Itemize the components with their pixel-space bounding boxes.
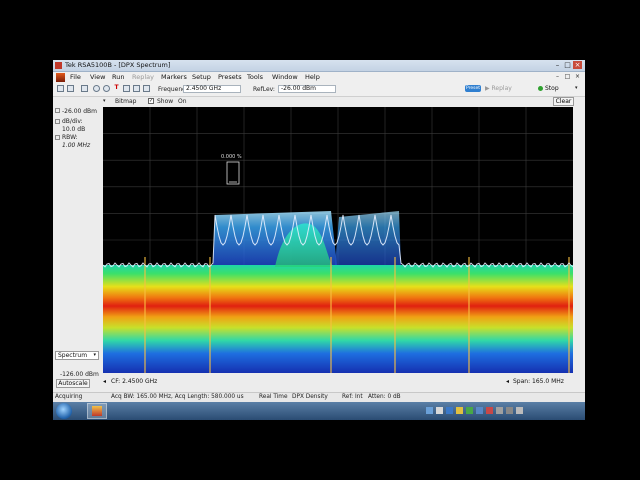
real-time-status: Real Time <box>259 394 288 400</box>
plot-footer: ◂ CF: 2.4500 GHz ◂ Span: 165.0 MHz <box>103 378 573 388</box>
spur-line <box>568 257 570 373</box>
menu-run[interactable]: Run <box>112 73 124 81</box>
cf-readout[interactable]: CF: 2.4500 GHz <box>111 378 157 385</box>
measure-icon[interactable] <box>103 85 110 92</box>
reflev-label: RefLev: <box>253 86 275 93</box>
trace-select[interactable]: Spectrum ▾ <box>55 351 99 360</box>
menu-tools[interactable]: Tools <box>247 73 263 81</box>
display-icon[interactable] <box>143 85 150 92</box>
tray-security-icon[interactable] <box>466 407 473 414</box>
mdi-close-button[interactable]: × <box>573 73 582 81</box>
frequency-field[interactable]: 2.4500 GHz <box>183 85 241 93</box>
marker-readout: 0.000 % <box>221 154 242 160</box>
clear-button[interactable]: Clear <box>553 97 574 106</box>
window-title: Tek RSA5100B - [DPX Spectrum] <box>65 61 171 69</box>
acquiring-status: Acquiring <box>55 394 83 400</box>
tray-display-icon[interactable] <box>496 407 503 414</box>
windows-taskbar <box>53 402 585 420</box>
dpx-density-status: DPX Density <box>292 394 328 400</box>
menu-replay[interactable]: Replay <box>132 73 154 81</box>
db-div-knob-icon[interactable] <box>55 119 60 124</box>
save-icon[interactable] <box>67 85 74 92</box>
spur-line <box>144 257 146 373</box>
close-button[interactable]: × <box>573 61 582 69</box>
mdi-restore-button[interactable]: □ <box>563 73 572 81</box>
tray-monitor-icon[interactable] <box>446 407 453 414</box>
chevron-down-icon: ▾ <box>93 352 96 358</box>
tray-power-icon[interactable] <box>506 407 513 414</box>
toolbar: T Frequency: 2.4500 GHz RefLev: -26.00 d… <box>53 83 585 97</box>
marker-box <box>226 161 240 185</box>
mdi-minimize-button[interactable]: – <box>553 73 562 81</box>
markers-icon[interactable] <box>123 85 130 92</box>
menu-help[interactable]: Help <box>305 73 320 81</box>
rbw-knob-icon[interactable] <box>55 135 60 140</box>
rbw-value[interactable]: 1.00 MHz <box>62 142 90 149</box>
scale-panel: -26.00 dBm dB/div: 10.0 dB RBW: 1.00 MHz… <box>53 107 103 397</box>
acq-bw-status: Acq BW: 165.00 MHz, Acq Length: 580.000 … <box>111 394 244 400</box>
print-icon[interactable] <box>81 85 88 92</box>
settings-icon[interactable] <box>93 85 100 92</box>
db-div-label: dB/div: <box>62 118 83 125</box>
menu-setup[interactable]: Setup <box>192 73 211 81</box>
span-readout[interactable]: Span: 165.0 MHz <box>513 378 564 385</box>
ref-level-readout[interactable]: -26.00 dBm <box>62 108 97 115</box>
display-toolbar: ▾ Bitmap ✓ Show On Clear <box>53 97 585 107</box>
trace-select-value: Spectrum <box>58 352 88 359</box>
cf-icon[interactable]: ◂ <box>103 378 106 385</box>
maximize-button[interactable]: □ <box>563 61 572 69</box>
tray-flag-icon[interactable] <box>486 407 493 414</box>
spur-line <box>209 257 211 373</box>
menu-bar: File View Run Replay Markers Setup Prese… <box>53 72 585 83</box>
trigger-icon[interactable]: T <box>113 85 120 92</box>
rsa-app-taskbar-icon[interactable] <box>87 403 107 419</box>
signal-burst-right <box>335 211 401 265</box>
app-window: Tek RSA5100B - [DPX Spectrum] – □ × File… <box>53 60 585 403</box>
menu-markers[interactable]: Markers <box>161 73 187 81</box>
ref-status: Ref: Int <box>342 394 363 400</box>
spur-line <box>394 257 396 373</box>
stop-button[interactable]: Stop <box>538 85 559 92</box>
menu-file[interactable]: File <box>70 73 81 81</box>
rbw-label: RBW: <box>62 134 78 141</box>
reflev-field[interactable]: -26.00 dBm <box>278 85 336 93</box>
bitmap-label: Bitmap <box>115 98 137 105</box>
toolbar-dropdown-icon[interactable]: ▾ <box>575 85 578 91</box>
db-div-value[interactable]: 10.0 dB <box>62 126 85 133</box>
show-checkbox[interactable]: ✓ <box>148 98 154 104</box>
app-menu-icon[interactable] <box>56 73 65 82</box>
span-icon[interactable]: ◂ <box>506 378 509 385</box>
tray-usb-icon[interactable] <box>476 407 483 414</box>
replay-label: Replay <box>491 85 512 92</box>
collapse-icon[interactable]: ▾ <box>103 98 106 104</box>
tray-volume-icon[interactable] <box>516 407 523 414</box>
open-icon[interactable] <box>57 85 64 92</box>
ref-level-knob-icon[interactable] <box>55 108 60 113</box>
title-bar: Tek RSA5100B - [DPX Spectrum] – □ × <box>53 60 585 72</box>
dpx-spectrum-plot[interactable]: 0.000 % <box>103 107 573 373</box>
menu-view[interactable]: View <box>90 73 105 81</box>
show-label: Show <box>157 98 174 105</box>
tray-app-icon[interactable] <box>436 407 443 414</box>
tray-folder-icon[interactable] <box>456 407 463 414</box>
spur-line <box>330 257 332 373</box>
stop-label: Stop <box>545 85 559 92</box>
windows-start-icon[interactable] <box>56 403 72 419</box>
dpx-bitmap <box>103 107 573 373</box>
menu-presets[interactable]: Presets <box>218 73 242 81</box>
on-label: On <box>178 98 187 105</box>
noise-floor-band <box>103 265 573 373</box>
play-green-icon <box>538 86 543 91</box>
spur-line <box>468 257 470 373</box>
tray-network-icon[interactable] <box>426 407 433 414</box>
menu-window[interactable]: Window <box>272 73 298 81</box>
preset-button[interactable]: Preset <box>465 85 481 92</box>
autoscale-button[interactable]: Autoscale <box>56 379 90 388</box>
replay-button[interactable]: ▶ Replay <box>485 85 512 92</box>
app-title-icon <box>55 62 62 69</box>
atten-status: Atten: 0 dB <box>368 394 401 400</box>
bottom-level-readout: -126.00 dBm <box>60 371 99 378</box>
minimize-button[interactable]: – <box>553 61 562 69</box>
trace-icon[interactable] <box>133 85 140 92</box>
